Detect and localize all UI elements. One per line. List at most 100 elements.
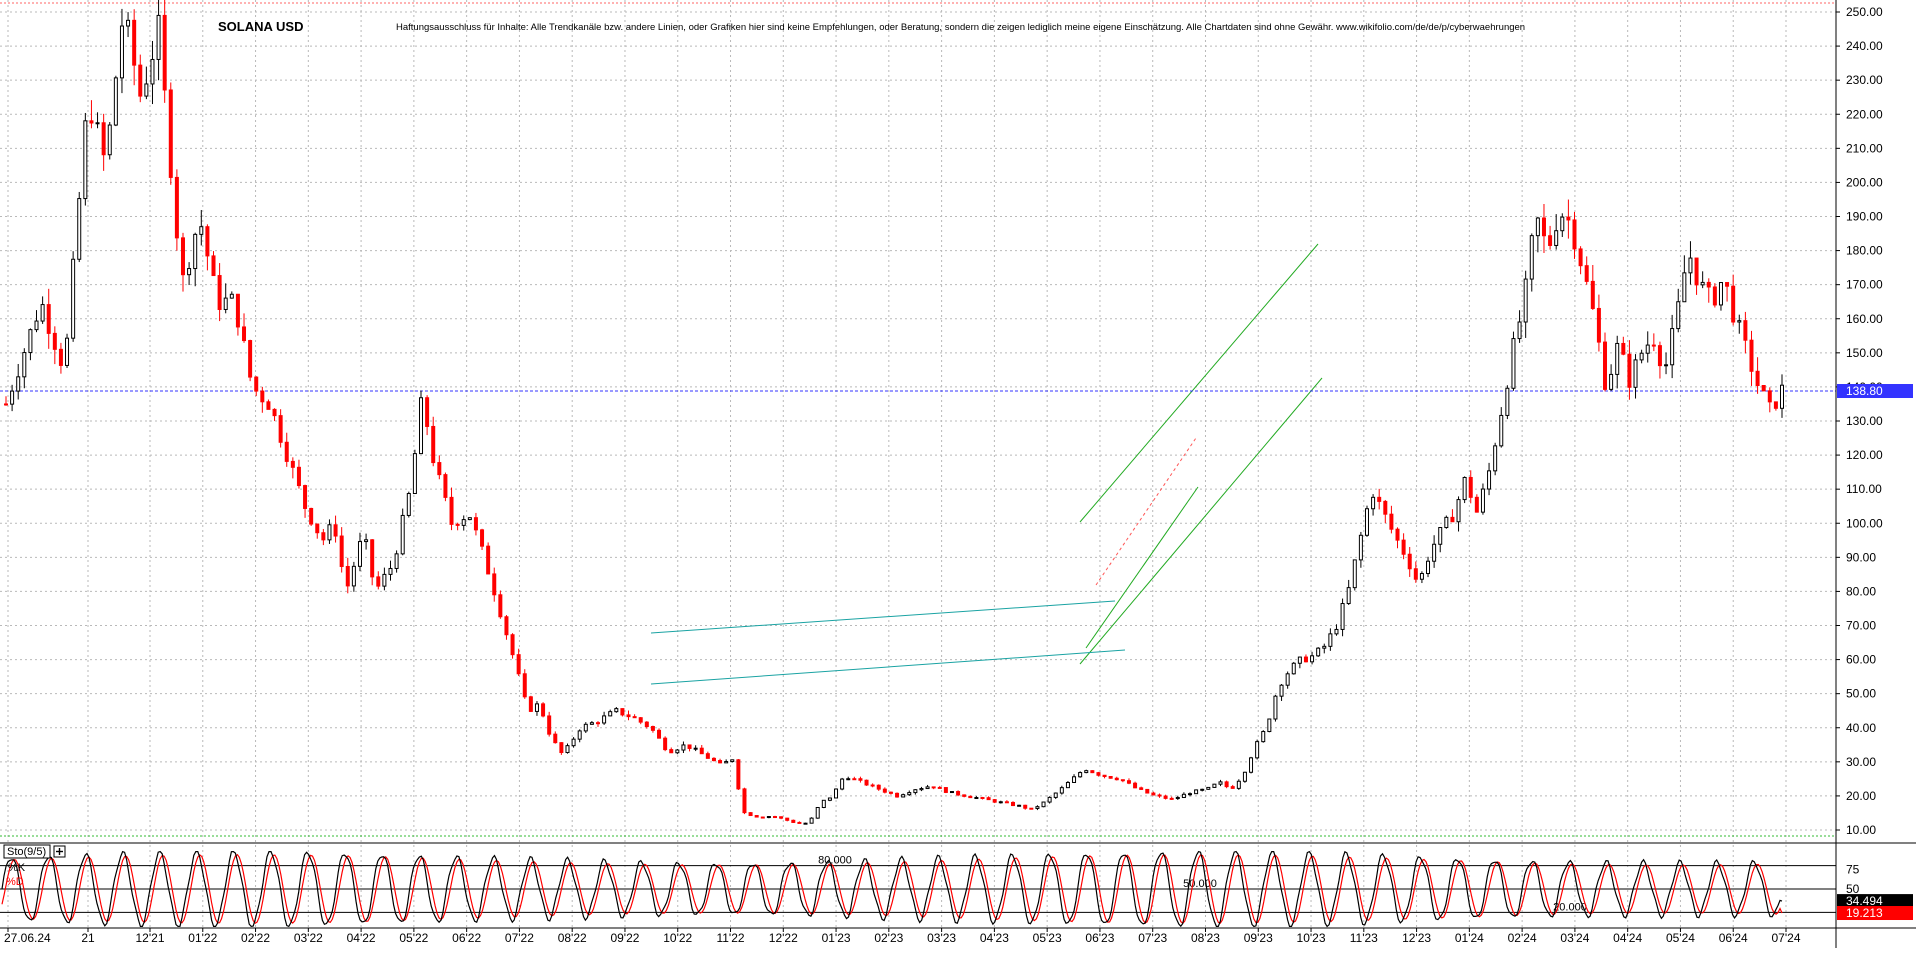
candle [467, 517, 472, 521]
last-price-label: 138.80 [1846, 384, 1883, 398]
candle-body [1029, 807, 1034, 810]
candle-body [4, 403, 8, 406]
x-tick-label: 02'22 [241, 931, 270, 945]
candle-body [1004, 801, 1009, 804]
candle [77, 191, 82, 263]
candle-body [443, 474, 448, 498]
candle [65, 333, 70, 368]
candle [1224, 780, 1229, 789]
x-tick-label: 04'23 [980, 931, 1009, 945]
candle-body [1718, 282, 1723, 306]
candle-body [1072, 776, 1077, 783]
candle-body [1578, 248, 1583, 267]
candle-body [943, 787, 948, 793]
candle-body [1224, 781, 1229, 788]
candle-body [534, 703, 539, 712]
candle-body [1670, 328, 1675, 366]
candle-body [876, 784, 881, 790]
candle [1316, 647, 1321, 657]
candle [791, 819, 796, 823]
candle-body [211, 255, 216, 277]
candle-body [962, 794, 967, 797]
candle [840, 777, 845, 791]
candle-body [1041, 801, 1046, 808]
candle [821, 799, 826, 809]
candle-body [913, 789, 918, 794]
candle-body [1664, 364, 1669, 367]
candle-body [577, 730, 582, 740]
candle-body [1584, 265, 1589, 282]
candle-body [65, 337, 70, 366]
x-tick-label: 08'23 [1191, 931, 1220, 945]
x-tick-label: 05'23 [1033, 931, 1062, 945]
candle-body [724, 761, 729, 764]
candle [1212, 783, 1217, 788]
candle-body [217, 275, 222, 310]
candle [864, 779, 869, 786]
candle [522, 669, 527, 699]
candle-body [1371, 496, 1376, 510]
candle [571, 737, 576, 748]
candle-body [1712, 286, 1717, 306]
candle-body [1432, 543, 1437, 562]
candle [1352, 559, 1357, 591]
candle-body [565, 745, 570, 754]
candle-body [1108, 776, 1113, 779]
candle-body [1505, 387, 1510, 416]
x-tick-label: 06'22 [452, 931, 481, 945]
candle-body [492, 573, 497, 596]
candle [1194, 789, 1199, 795]
candle-body [126, 19, 131, 27]
stoch-title: Sto(9/5) [7, 846, 46, 858]
candle [528, 695, 533, 713]
candle [168, 82, 173, 185]
candle-body [632, 716, 637, 719]
candle-body [272, 408, 277, 417]
candle [1761, 385, 1766, 392]
candle-body [1279, 684, 1284, 697]
candle [803, 822, 808, 825]
candle-body [907, 792, 912, 796]
candle-body [986, 797, 991, 801]
candle-body [797, 821, 802, 824]
candle-body [357, 541, 362, 567]
x-tick-label: 09'22 [610, 931, 639, 945]
x-tick-label: 03'23 [927, 931, 956, 945]
candle-body [974, 797, 979, 800]
candle [1236, 779, 1241, 790]
candle-body [1419, 573, 1424, 580]
candle-body [1517, 321, 1522, 340]
candle-body [895, 792, 900, 798]
x-tick-label: 04'22 [347, 931, 376, 945]
candle [1255, 739, 1260, 760]
candle-body [174, 176, 179, 239]
candle-body [1413, 568, 1418, 580]
y-tick-label: 20.00 [1846, 789, 1876, 803]
candle [956, 790, 961, 797]
candle [1444, 515, 1449, 529]
candle-body [1529, 235, 1534, 280]
candle-body [1621, 342, 1626, 355]
candle-body [1273, 695, 1278, 720]
candle-body [1267, 718, 1272, 733]
candle-body [846, 778, 851, 781]
candle [412, 449, 417, 495]
candle-body [699, 747, 704, 755]
candle-body [34, 320, 39, 331]
candle-body [278, 415, 283, 443]
candle-body [809, 817, 814, 824]
candle [1206, 786, 1211, 790]
candle-body [949, 791, 954, 794]
candle-body [1499, 414, 1504, 447]
candle-body [1596, 307, 1601, 343]
candle-body [290, 460, 295, 468]
x-tick-label: 05'24 [1666, 931, 1695, 945]
candle-body [1401, 539, 1406, 555]
candle-body [1175, 797, 1180, 800]
candle-body [510, 634, 515, 656]
candle [1291, 661, 1296, 675]
candle [1712, 283, 1717, 308]
x-tick-label: 09'23 [1244, 931, 1273, 945]
candle-body [370, 539, 375, 578]
candle-body [193, 233, 198, 270]
